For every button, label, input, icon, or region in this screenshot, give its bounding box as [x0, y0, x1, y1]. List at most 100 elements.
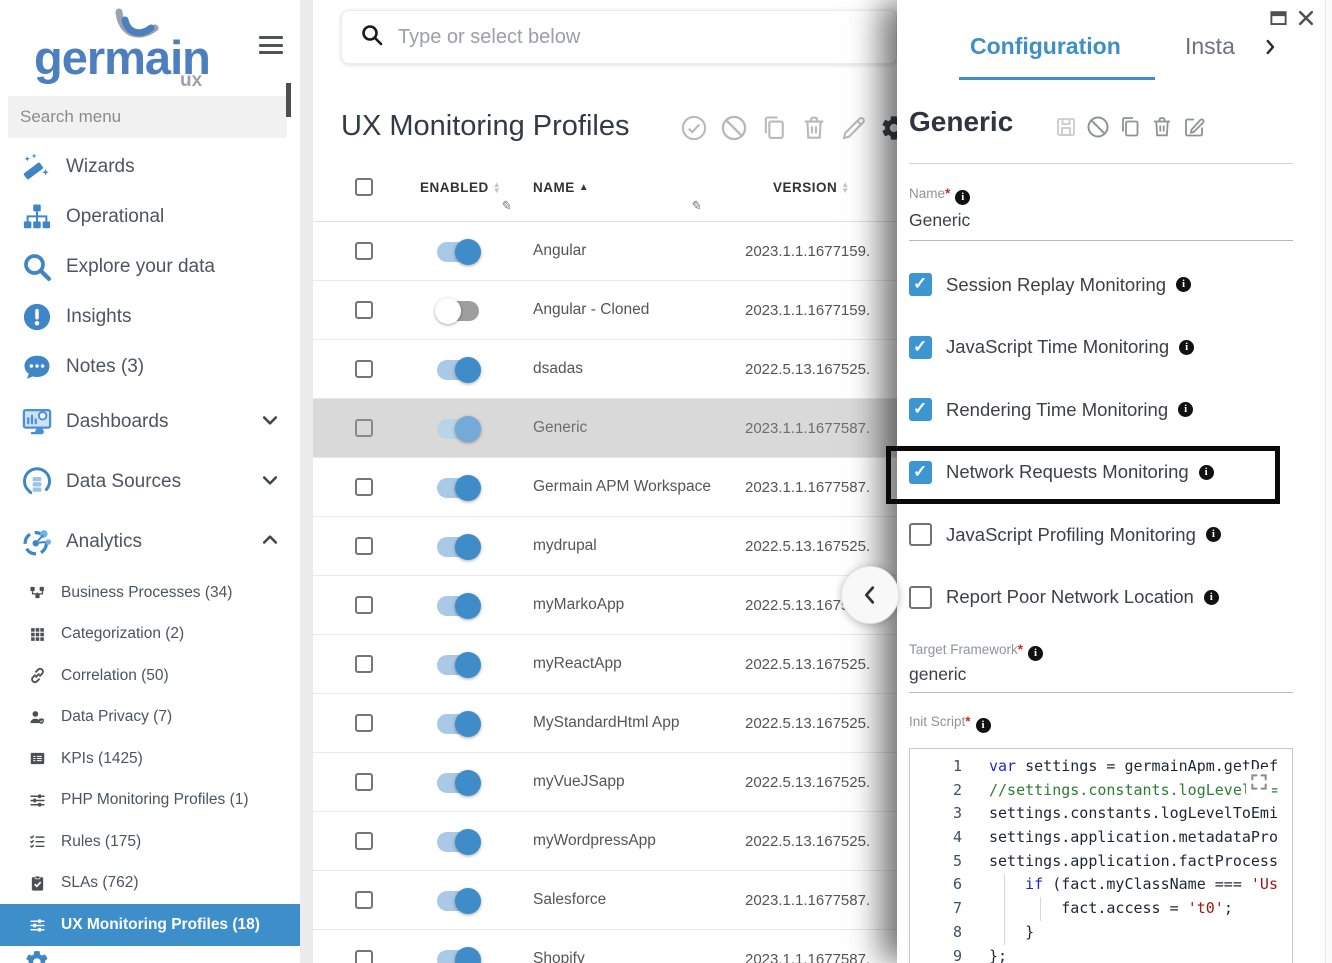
- row-checkbox[interactable]: [355, 242, 373, 260]
- table-row[interactable]: Salesforce 2023.1.1.1677587.: [313, 871, 897, 930]
- info-icon[interactable]: i: [1176, 277, 1191, 292]
- checkbox[interactable]: [909, 523, 932, 546]
- target-framework-value[interactable]: generic: [909, 664, 966, 685]
- enabled-toggle[interactable]: [437, 537, 479, 557]
- sidebar-search-input[interactable]: [8, 96, 287, 138]
- info-icon[interactable]: i: [1028, 646, 1043, 661]
- settings-gear-icon[interactable]: [24, 949, 50, 963]
- ban-icon[interactable]: [719, 113, 749, 143]
- checkbox[interactable]: [909, 586, 932, 609]
- table-row[interactable]: Angular - Cloned 2023.1.1.1677159.: [313, 281, 897, 340]
- sidebar-item-ux-monitoring-profiles[interactable]: UX Monitoring Profiles (18): [0, 904, 300, 946]
- check-circle-icon[interactable]: [679, 113, 709, 143]
- trash-icon[interactable]: [1149, 114, 1174, 139]
- column-header-version[interactable]: VERSION ▲▼: [773, 180, 850, 195]
- column-header-enabled[interactable]: ENABLED ▲▼: [420, 180, 501, 195]
- sidebar-item-data-privacy[interactable]: Data Privacy (7): [0, 697, 300, 739]
- info-icon[interactable]: i: [1179, 340, 1194, 355]
- enabled-toggle[interactable]: [437, 714, 479, 734]
- sidebar-item-php-monitoring-profiles[interactable]: PHP Monitoring Profiles (1): [0, 780, 300, 822]
- info-icon[interactable]: i: [1199, 465, 1214, 480]
- table-row[interactable]: myReactApp 2022.5.13.167525.: [313, 635, 897, 694]
- sidebar-item-kpis[interactable]: KPIs (1425): [0, 738, 300, 780]
- panel-scrollbar[interactable]: [1325, 0, 1332, 963]
- copy-icon[interactable]: [1117, 114, 1142, 139]
- sidebar-item-insights[interactable]: Insights: [0, 292, 300, 342]
- trash-icon[interactable]: [799, 113, 829, 143]
- row-checkbox[interactable]: [355, 360, 373, 378]
- enabled-toggle[interactable]: [437, 419, 479, 439]
- checkbox[interactable]: [909, 273, 932, 296]
- info-icon[interactable]: i: [955, 190, 970, 205]
- select-all-checkbox[interactable]: [355, 178, 373, 196]
- save-icon[interactable]: [1053, 114, 1078, 139]
- sidebar-item-correlation[interactable]: Correlation (50): [0, 655, 300, 697]
- checkbox[interactable]: [909, 398, 932, 421]
- sidebar-item-rules[interactable]: Rules (175): [0, 821, 300, 863]
- checkbox[interactable]: [909, 461, 932, 484]
- row-checkbox[interactable]: [355, 537, 373, 555]
- row-checkbox[interactable]: [355, 655, 373, 673]
- enabled-toggle[interactable]: [437, 832, 479, 852]
- sidebar-item-data-sources[interactable]: Data Sources: [0, 452, 300, 512]
- edit-square-icon[interactable]: [1181, 114, 1206, 139]
- info-icon[interactable]: i: [976, 718, 991, 733]
- table-row[interactable]: dsadas 2022.5.13.167525.: [313, 340, 897, 399]
- sidebar-item-notes[interactable]: Notes (3): [0, 342, 300, 392]
- row-checkbox[interactable]: [355, 419, 373, 437]
- table-row[interactable]: myWordpressApp 2022.5.13.167525.: [313, 812, 897, 871]
- row-checkbox[interactable]: [355, 891, 373, 909]
- copy-icon[interactable]: [759, 113, 789, 143]
- enabled-toggle[interactable]: [437, 360, 479, 380]
- table-search-input[interactable]: [398, 26, 818, 49]
- tab-configuration[interactable]: Configuration: [970, 33, 1121, 60]
- column-header-name[interactable]: NAME ▲: [533, 180, 589, 195]
- sidebar-item-wizards[interactable]: Wizards: [0, 142, 300, 192]
- sidebar-item-dashboards[interactable]: Dashboards: [0, 392, 300, 452]
- sidebar-item-slas[interactable]: SLAs (762): [0, 863, 300, 905]
- info-icon[interactable]: i: [1206, 527, 1221, 542]
- sidebar-item-business-processes[interactable]: Business Processes (34): [0, 572, 300, 614]
- row-checkbox[interactable]: [355, 950, 373, 963]
- enabled-toggle[interactable]: [437, 655, 479, 675]
- hamburger-menu-icon[interactable]: [259, 36, 283, 56]
- row-checkbox[interactable]: [355, 478, 373, 496]
- checkbox[interactable]: [909, 336, 932, 359]
- sidebar-item-explore-your-data[interactable]: Explore your data: [0, 242, 300, 292]
- enabled-toggle[interactable]: [437, 596, 479, 616]
- panel-collapse-button[interactable]: [841, 566, 899, 624]
- column-filter-icon[interactable]: ✎: [690, 198, 701, 214]
- row-checkbox[interactable]: [355, 301, 373, 319]
- enabled-toggle[interactable]: [437, 950, 479, 963]
- enabled-toggle[interactable]: [437, 242, 479, 262]
- row-checkbox[interactable]: [355, 714, 373, 732]
- sidebar-item-operational[interactable]: Operational: [0, 192, 300, 242]
- ban-icon[interactable]: [1085, 114, 1110, 139]
- row-checkbox[interactable]: [355, 832, 373, 850]
- gear-icon[interactable]: [879, 113, 897, 143]
- close-icon[interactable]: [1296, 8, 1316, 28]
- table-row[interactable]: Germain APM Workspace 2023.1.1.1677587.: [313, 458, 897, 517]
- table-row[interactable]: MyStandardHtml App 2022.5.13.167525.: [313, 694, 897, 753]
- sidebar-item-analytics[interactable]: Analytics: [0, 512, 300, 572]
- sidebar-scrollbar-thumb[interactable]: [286, 83, 291, 117]
- info-icon[interactable]: i: [1204, 590, 1219, 605]
- table-row[interactable]: Angular 2023.1.1.1677159.: [313, 222, 897, 281]
- enabled-toggle[interactable]: [437, 891, 479, 911]
- pencil-icon[interactable]: [839, 113, 869, 143]
- sidebar-item-categorization[interactable]: Categorization (2): [0, 614, 300, 656]
- table-row[interactable]: myMarkoApp 2022.5.13.1675: [313, 576, 897, 635]
- table-row[interactable]: myVueJSapp 2022.5.13.167525.: [313, 753, 897, 812]
- table-row[interactable]: Shopify 2023.1.1.1677587.: [313, 930, 897, 963]
- enabled-toggle[interactable]: [437, 301, 479, 321]
- maximize-window-icon[interactable]: [1268, 8, 1288, 28]
- enabled-toggle[interactable]: [437, 773, 479, 793]
- table-row[interactable]: mydrupal 2022.5.13.167525.: [313, 517, 897, 576]
- table-row[interactable]: Generic 2023.1.1.1677587.: [313, 399, 897, 458]
- row-checkbox[interactable]: [355, 773, 373, 791]
- editor-fullscreen-icon[interactable]: [1246, 769, 1272, 795]
- enabled-toggle[interactable]: [437, 478, 479, 498]
- init-script-code-editor[interactable]: 1var settings = germainApm.getDef2//sett…: [909, 748, 1293, 963]
- tab-installation[interactable]: Insta: [1185, 33, 1235, 60]
- info-icon[interactable]: i: [1178, 402, 1193, 417]
